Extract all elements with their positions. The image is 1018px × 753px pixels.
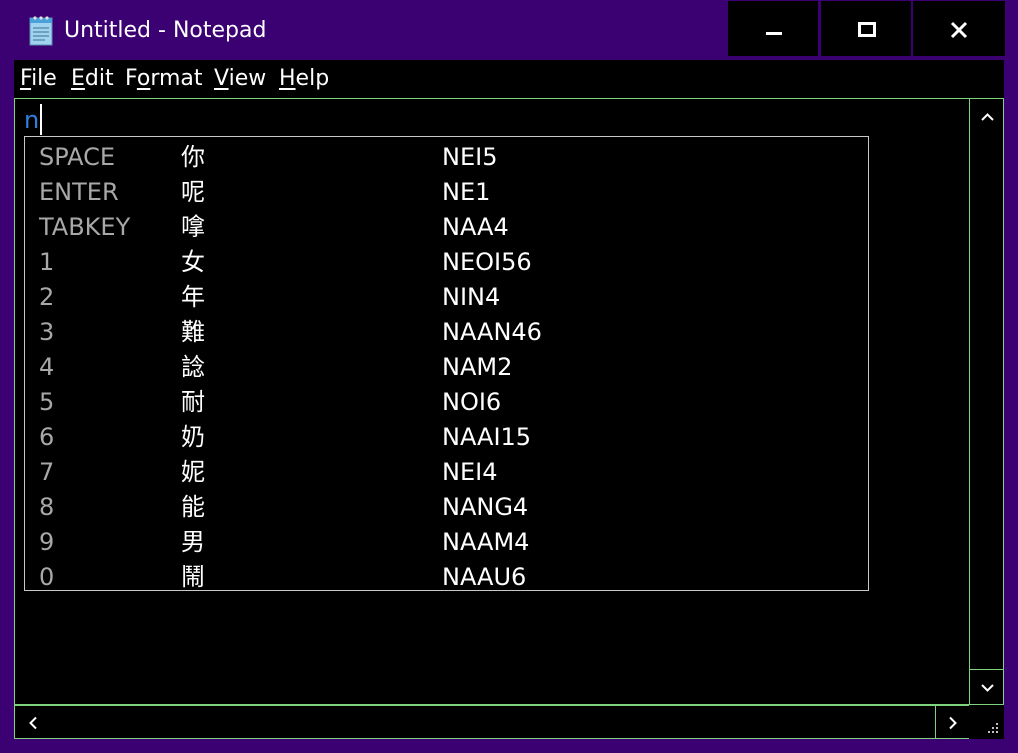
menu-bar: File Edit Format View Help <box>14 60 1004 98</box>
scroll-down-button[interactable] <box>969 669 1004 705</box>
title-bar[interactable]: Untitled - Notepad <box>0 0 1018 60</box>
candidate-row[interactable]: 4 諗 NAM2 <box>25 349 868 384</box>
candidate-row[interactable]: 9 男 NAAM4 <box>25 524 868 559</box>
chevron-left-icon <box>29 716 37 730</box>
window-title: Untitled - Notepad <box>64 18 267 43</box>
chevron-down-icon <box>981 684 994 692</box>
scroll-right-button[interactable] <box>935 705 970 739</box>
menu-view[interactable]: View <box>214 65 266 93</box>
candidate-row[interactable]: 8 能 NANG4 <box>25 489 868 524</box>
candidate-row[interactable]: TABKEY 嗱 NAA4 <box>25 209 868 244</box>
composition-text: n <box>24 106 40 134</box>
notepad-icon[interactable] <box>27 14 55 46</box>
notepad-window: Untitled - Notepad File Edit Format View… <box>0 0 1018 753</box>
resize-grip[interactable] <box>969 705 1004 739</box>
close-button[interactable] <box>912 0 1006 57</box>
candidate-row[interactable]: ENTER 呢 NE1 <box>25 174 868 209</box>
menu-help[interactable]: Help <box>279 65 329 93</box>
minimize-button[interactable] <box>727 0 819 57</box>
close-icon <box>950 21 968 39</box>
scroll-up-button[interactable] <box>969 98 1004 134</box>
candidate-row[interactable]: SPACE 你 NEI5 <box>25 139 868 174</box>
chevron-up-icon <box>981 113 994 121</box>
maximize-button[interactable] <box>820 0 912 57</box>
candidate-row[interactable]: 1 女 NEOI56 <box>25 244 868 279</box>
candidate-row[interactable]: 0 鬧 NAAU6 <box>25 559 868 594</box>
scroll-left-button[interactable] <box>14 705 49 739</box>
candidate-row[interactable]: 6 奶 NAAI15 <box>25 419 868 454</box>
maximize-icon <box>858 22 876 37</box>
horizontal-scroll-track[interactable] <box>48 705 936 739</box>
menu-format[interactable]: Format <box>125 65 203 93</box>
minimize-icon <box>766 32 782 35</box>
candidate-row[interactable]: 7 妮 NEI4 <box>25 454 868 489</box>
ime-candidate-window: SPACE 你 NEI5 ENTER 呢 NE1 TABKEY 嗱 NAA4 1… <box>24 136 869 591</box>
menu-edit[interactable]: Edit <box>71 65 114 93</box>
candidate-row[interactable]: 2 年 NIN4 <box>25 279 868 314</box>
chevron-right-icon <box>949 716 957 730</box>
text-caret <box>40 104 42 135</box>
menu-file[interactable]: File <box>20 65 57 93</box>
candidate-row[interactable]: 3 難 NAAN46 <box>25 314 868 349</box>
resize-grip-icon <box>988 723 998 733</box>
vertical-scroll-track[interactable] <box>969 133 1004 670</box>
candidate-row[interactable]: 5 耐 NOI6 <box>25 384 868 419</box>
